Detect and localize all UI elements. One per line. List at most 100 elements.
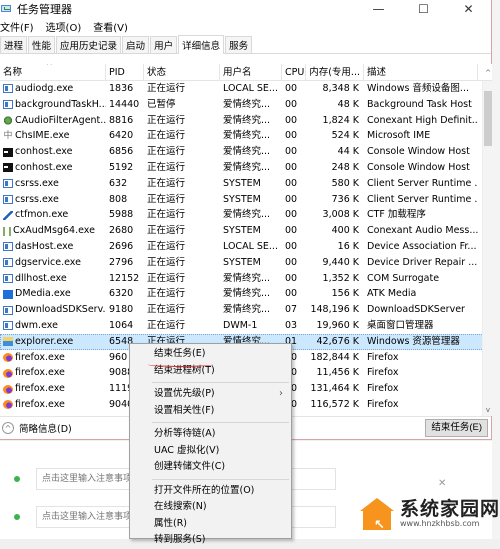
context-menu-item[interactable]: 设置优先级(P) › — [130, 386, 291, 403]
table-row[interactable]: conhost.exe 6856 正在运行 爱情终究... 00 44 K Console … — [0, 144, 492, 160]
cell-desc: Windows 音频设备图... — [367, 83, 469, 94]
table-row[interactable]: CAudioFilterAgent... 8816 正在运行 爱情终究... 00 1,8… — [0, 113, 492, 129]
close-button[interactable]: ✕ — [446, 0, 491, 18]
tab-app-history[interactable]: 应用历史记录 — [56, 36, 122, 53]
column-header-status[interactable]: 状态 — [144, 64, 220, 81]
column-header-cpu[interactable]: CPU — [282, 64, 306, 81]
cell-status: 正在运行 — [147, 209, 186, 221]
process-name: backgroundTaskH... — [15, 98, 106, 110]
table-row[interactable]: 中 ChsIME.exe 6420 正在运行 爱情终究... 00 524 K Microso… — [0, 128, 492, 144]
context-menu-item[interactable]: 属性(R) — [130, 516, 291, 533]
tab-services[interactable]: 服务 — [225, 36, 253, 53]
column-header-username[interactable]: 用户名 — [220, 64, 282, 81]
table-row[interactable]: backgroundTaskH... 14440 已暂停 爱情终究... 00 48 K B… — [0, 97, 492, 113]
process-name: CxAudMsg64.exe — [13, 225, 95, 237]
cell-desc: COM Surrogate — [367, 272, 440, 284]
generic-process-icon — [3, 194, 13, 204]
table-row[interactable]: audiodg.exe 1836 正在运行 LOCAL SE... 00 8,348 K W… — [0, 81, 492, 97]
table-row[interactable]: csrss.exe 808 正在运行 SYSTEM 00 736 K Client Serv… — [0, 192, 492, 208]
cell-user: LOCAL SE... — [223, 83, 278, 94]
menu-separator — [152, 478, 289, 480]
tab-performance[interactable]: 性能 — [28, 36, 56, 53]
cell-pid: 2680 — [109, 225, 134, 237]
table-row[interactable]: DMedia.exe 6320 正在运行 爱情终究... 00 156 K ATK Medi… — [0, 286, 492, 302]
cell-mem: 248 K — [331, 161, 359, 173]
cell-mem: 1,352 K — [322, 272, 359, 284]
vertical-scrollbar[interactable]: ^ v — [482, 69, 492, 416]
cell-cpu: 00 — [285, 225, 298, 237]
menu-item-label: 打开文件所在的位置(O) — [154, 484, 255, 496]
column-header-pid[interactable]: PID — [106, 64, 144, 81]
context-menu-item[interactable]: 在线搜索(N) — [130, 499, 291, 516]
process-name: CAudioFilterAgent... — [15, 114, 106, 126]
firefox-process-icon — [3, 384, 13, 394]
scrollbar-thumb[interactable] — [484, 91, 492, 146]
cell-name: 中 ChsIME.exe — [0, 128, 106, 144]
tab-processes[interactable]: 进程 — [0, 36, 28, 53]
menu-item-label: 结束任务(E) — [154, 348, 206, 359]
column-header-memory[interactable]: 内存(专用... — [306, 64, 364, 81]
table-row[interactable]: dwm.exe 1064 正在运行 DWM-1 03 19,960 K 桌面窗口管理器 — [0, 318, 492, 334]
process-name: dasHost.exe — [15, 240, 74, 252]
context-menu-item[interactable]: 结束任务(E) — [130, 346, 291, 363]
end-task-button[interactable]: 结束任务(E) — [425, 419, 488, 437]
cell-mem: 3,008 K — [322, 209, 359, 221]
fork-process-icon — [3, 226, 11, 236]
title-bar[interactable]: 任务管理器 — ☐ ✕ — [0, 0, 491, 18]
table-row[interactable]: dllhost.exe 12152 正在运行 爱情终究... 00 1,352 K COM … — [0, 271, 492, 287]
context-menu-item[interactable]: 分析等待链(A) — [130, 426, 291, 443]
cell-cpu: 00 — [285, 98, 298, 110]
cell-user: 爱情终究... — [223, 98, 271, 110]
cell-status: 正在运行 — [147, 319, 186, 331]
scroll-up-icon[interactable]: ^ — [483, 67, 492, 79]
cell-status: 正在运行 — [147, 193, 186, 205]
table-row[interactable]: conhost.exe 5192 正在运行 爱情终究... 00 248 K Console… — [0, 160, 492, 176]
scroll-down-icon[interactable]: v — [483, 404, 492, 416]
column-header-name[interactable]: 名称 — [0, 64, 106, 81]
process-name: ChsIME.exe — [15, 130, 70, 142]
generic-process-icon — [3, 305, 13, 315]
context-menu-item[interactable]: 打开文件所在的位置(O) — [130, 483, 291, 500]
menu-bar: 文件(F) 选项(O) 查看(V) — [0, 18, 491, 35]
cell-mem: 19,960 K — [316, 319, 360, 331]
cell-user: LOCAL SE... — [223, 240, 278, 252]
context-menu: 结束任务(E) 结束进程树(T) 设置优先级(P) › 设置相关性(F) 分析等待链(A)… — [129, 343, 292, 545]
cell-mem: 736 K — [331, 193, 359, 205]
window-title: 任务管理器 — [17, 3, 72, 16]
table-row[interactable]: CxAudMsg64.exe 2680 正在运行 SYSTEM 00 400 K Conex… — [0, 223, 492, 239]
context-menu-item[interactable]: 转到服务(S) — [130, 532, 291, 549]
menu-view[interactable]: 查看(V) — [93, 19, 134, 34]
menu-options[interactable]: 选项(O) — [46, 19, 88, 34]
cell-status: 正在运行 — [147, 272, 186, 284]
tab-startup[interactable]: 启动 — [122, 36, 150, 53]
maximize-button[interactable]: ☐ — [401, 0, 446, 18]
table-row[interactable]: ctfmon.exe 5988 正在运行 爱情终究... 00 3,008 K CTF 加载… — [0, 207, 492, 223]
table-row[interactable]: dasHost.exe 2696 正在运行 LOCAL SE... 00 16 K Devi… — [0, 239, 492, 255]
tab-users[interactable]: 用户 — [150, 36, 178, 53]
cell-user: 爱情终究... — [223, 146, 271, 158]
close-icon[interactable]: ✕ — [438, 478, 446, 489]
cell-pid: 632 — [109, 177, 128, 189]
cell-desc: 桌面窗口管理器 — [367, 319, 434, 331]
context-menu-item[interactable]: UAC 虚拟化(V) — [130, 443, 291, 460]
cell-desc: Console Window Host — [367, 146, 470, 158]
cell-cpu: 00 — [285, 193, 298, 205]
column-header-description[interactable]: 描述 — [364, 64, 478, 81]
cell-status: 正在运行 — [147, 304, 186, 316]
context-menu-item[interactable]: 创建转储文件(C) — [130, 459, 291, 476]
cell-pid: 6420 — [109, 130, 134, 142]
cell-name: dllhost.exe — [0, 271, 106, 287]
fewer-details-toggle[interactable]: ^ 简略信息(D) — [2, 421, 72, 435]
cell-desc: Firefox — [367, 383, 399, 395]
cell-desc: Device Association Fr... — [367, 240, 477, 252]
cell-name: ctfmon.exe — [0, 207, 106, 223]
table-row[interactable]: csrss.exe 632 正在运行 SYSTEM 00 580 K Client Serv… — [0, 176, 492, 192]
cell-cpu: 07 — [285, 304, 298, 316]
table-row[interactable]: dgservice.exe 2796 正在运行 SYSTEM 00 9,440 K Devi… — [0, 255, 492, 271]
tab-details[interactable]: 详细信息 — [178, 35, 225, 54]
process-name: firefox.exe — [15, 367, 65, 379]
minimize-button[interactable]: — — [356, 0, 401, 18]
menu-file[interactable]: 文件(F) — [0, 19, 40, 34]
table-row[interactable]: DownloadSDKServ... 9180 正在运行 爱情终究... 07 148,1… — [0, 302, 492, 318]
context-menu-item[interactable]: 设置相关性(F) — [130, 403, 291, 420]
